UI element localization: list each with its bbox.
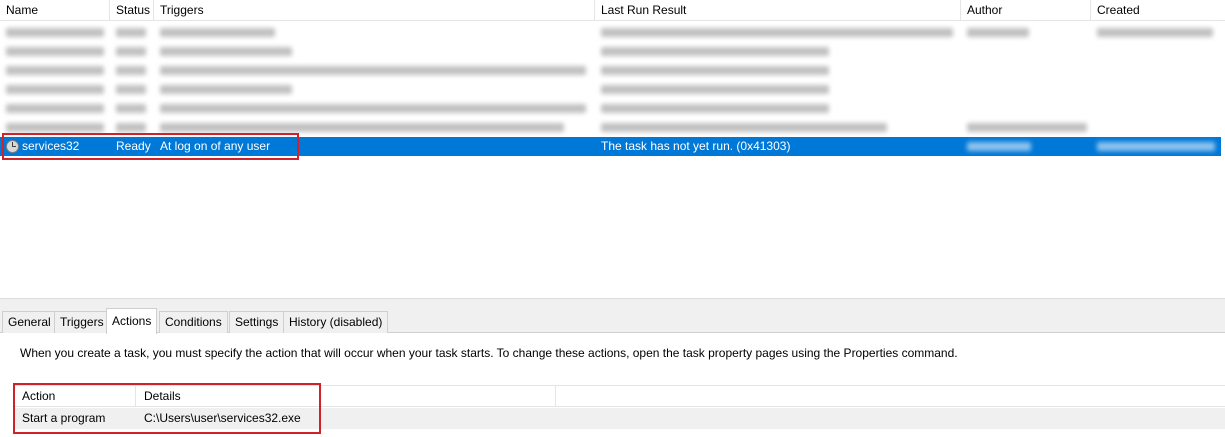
actions-description: When you create a task, you must specify… [20, 346, 958, 360]
tab-conditions[interactable]: Conditions [159, 311, 228, 333]
tab-bar: General Triggers Actions Conditions Sett… [0, 306, 1225, 334]
actions-table-header: Action Details [14, 385, 1225, 407]
task-last-run-result: The task has not yet run. (0x41303) [601, 139, 791, 153]
task-row-redacted[interactable] [0, 42, 1225, 61]
task-row-redacted[interactable] [0, 118, 1225, 137]
tab-triggers[interactable]: Triggers [54, 311, 110, 333]
redacted-created [1097, 142, 1215, 151]
tab-settings[interactable]: Settings [229, 311, 285, 333]
redacted-author [967, 142, 1031, 151]
task-trigger: At log on of any user [160, 139, 271, 153]
task-row-redacted[interactable] [0, 99, 1225, 118]
task-status: Ready [116, 139, 151, 153]
clock-icon [6, 140, 19, 153]
column-header-status[interactable]: Status [110, 0, 154, 21]
task-list-header: Name Status Triggers Last Run Result Aut… [0, 0, 1225, 21]
action-row[interactable]: Start a program C:\Users\user\services32… [14, 408, 1225, 429]
action-type: Start a program [22, 411, 106, 425]
column-header-details[interactable]: Details [136, 386, 556, 407]
tab-general[interactable]: General [2, 311, 57, 333]
column-header-created[interactable]: Created [1091, 0, 1225, 21]
column-header-name[interactable]: Name [0, 0, 110, 21]
task-row-redacted[interactable] [0, 23, 1225, 42]
action-details: C:\Users\user\services32.exe [144, 411, 301, 425]
column-header-action[interactable]: Action [14, 386, 136, 407]
task-row-redacted[interactable] [0, 61, 1225, 80]
task-row-selected[interactable]: services32 Ready At log on of any user T… [0, 137, 1221, 156]
task-row-redacted[interactable] [0, 80, 1225, 99]
tab-history[interactable]: History (disabled) [283, 311, 389, 333]
task-list[interactable]: Name Status Triggers Last Run Result Aut… [0, 0, 1225, 298]
actions-panel: When you create a task, you must specify… [0, 333, 1225, 437]
column-header-author[interactable]: Author [961, 0, 1091, 21]
tab-actions[interactable]: Actions [106, 308, 158, 334]
column-header-triggers[interactable]: Triggers [154, 0, 595, 21]
column-header-last-run-result[interactable]: Last Run Result [595, 0, 961, 21]
pane-splitter[interactable] [0, 298, 1225, 306]
task-name: services32 [22, 139, 80, 153]
